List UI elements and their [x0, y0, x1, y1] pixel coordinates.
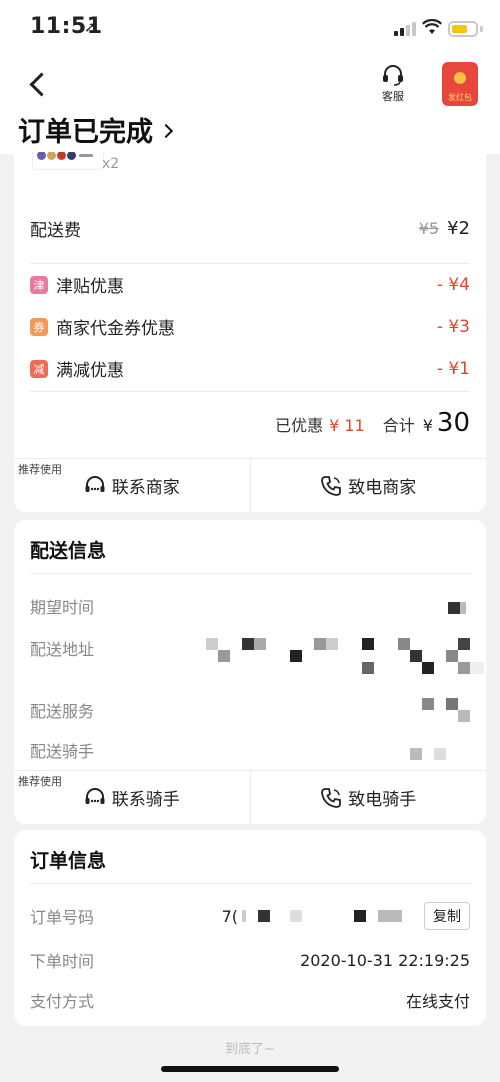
info-row: 配送服务 — [30, 698, 470, 722]
phone-icon — [321, 787, 342, 808]
info-row: 期望时间 — [30, 594, 470, 618]
product-thumbnail[interactable] — [32, 152, 104, 170]
info-label: 配送服务 — [30, 702, 95, 721]
battery-icon — [448, 21, 478, 37]
full-reduction-badge-icon: 减 — [30, 359, 48, 378]
phone-icon — [321, 475, 342, 496]
delivery-info-card: 配送信息 期望时间 配送地址 配送服务 配送骑手 推荐使用 联系骑手 致电骑手 — [14, 520, 486, 824]
recommend-tag: 推荐使用 — [18, 775, 62, 788]
order-number-value: 7( 复制 — [222, 902, 470, 930]
copy-order-number-button[interactable]: 复制 — [424, 902, 470, 930]
order-info-card: 订单信息 订单号码 7( 复制 下单时间 2020-10-31 22:19:25… — [14, 830, 486, 1026]
delivery-fee-actual: ¥2 — [447, 218, 470, 239]
end-of-list-text: 到底了~ — [225, 1042, 275, 1057]
wifi-icon — [422, 19, 442, 34]
send-red-packet-button[interactable]: 发红包 — [442, 62, 478, 106]
info-label: 配送骑手 — [30, 742, 95, 761]
back-button[interactable] — [24, 70, 54, 100]
merchant-action-bar: 推荐使用 联系商家 致电商家 — [14, 458, 486, 512]
delivery-fee-original: ¥5 — [418, 219, 440, 238]
payment-method-value: 在线支付 — [405, 992, 470, 1011]
section-title: 订单信息 — [30, 850, 107, 872]
delivery-fee-value: ¥5 ¥2 — [419, 218, 470, 239]
payment-method-row: 支付方式 在线支付 — [30, 988, 470, 1012]
order-time-row: 下单时间 2020-10-31 22:19:25 — [30, 948, 470, 972]
call-merchant-label: 致电商家 — [348, 478, 417, 498]
chevron-right-icon — [158, 123, 174, 138]
discount-label: 满减优惠 — [56, 361, 124, 381]
recommend-tag: 推荐使用 — [18, 463, 62, 476]
divider — [30, 263, 470, 264]
section-title: 配送信息 — [30, 540, 107, 562]
divider — [30, 573, 470, 574]
total-currency: ¥ — [422, 416, 433, 435]
discount-label: 商家代金券优惠 — [56, 319, 175, 339]
order-cost-card: x2 配送费 ¥5 ¥2 津 津贴优惠 - ¥4 券 商家代金券优惠 - ¥3 减… — [14, 152, 486, 512]
order-time-label: 下单时间 — [30, 952, 95, 971]
payment-method-label: 支付方式 — [30, 992, 95, 1011]
order-total-row: 已优惠 ¥ 11 合计 ¥ 30 — [275, 408, 470, 438]
chat-headset-icon — [85, 475, 105, 492]
contact-rider-label: 联系骑手 — [111, 790, 180, 810]
discount-row: 津 津贴优惠 - ¥4 — [30, 272, 470, 297]
contact-merchant-label: 联系商家 — [111, 478, 180, 498]
order-time-value: 2020-10-31 22:19:25 — [300, 950, 470, 970]
discount-label: 津贴优惠 — [56, 277, 124, 297]
discount-row: 券 商家代金券优惠 - ¥3 — [30, 314, 470, 339]
status-bar: 11:51 ➚ — [0, 0, 500, 58]
info-label: 配送地址 — [30, 640, 95, 659]
call-rider-button[interactable]: 致电骑手 — [249, 771, 487, 824]
header: 客服 发红包 订单已完成 — [0, 58, 500, 154]
red-packet-icon — [454, 72, 466, 84]
total-label: 合计 — [382, 416, 415, 435]
voucher-badge-icon: 券 — [30, 317, 48, 336]
battery-cap — [480, 26, 483, 32]
customer-service-label: 客服 — [382, 90, 404, 103]
allowance-badge-icon: 津 — [30, 275, 48, 294]
order-number-label: 订单号码 — [30, 908, 95, 927]
info-row: 配送骑手 — [30, 738, 470, 762]
saved-amount: ¥ 11 — [329, 416, 365, 435]
chat-headset-icon — [85, 787, 105, 804]
page-title[interactable]: 订单已完成 — [18, 110, 174, 149]
customer-service-button[interactable]: 客服 — [374, 64, 412, 104]
cellular-signal-icon — [394, 22, 416, 36]
delivery-fee-row: 配送费 ¥5 ¥2 — [30, 216, 470, 241]
discount-amount: - ¥4 — [436, 274, 470, 295]
saved-label: 已优惠 — [275, 416, 324, 435]
call-rider-label: 致电骑手 — [348, 790, 417, 810]
location-arrow-icon: ➚ — [84, 18, 97, 36]
discount-row: 减 满减优惠 - ¥1 — [30, 356, 470, 381]
headset-icon — [383, 65, 403, 86]
divider — [30, 883, 470, 884]
home-indicator[interactable] — [161, 1066, 339, 1072]
order-number-row: 订单号码 7( 复制 — [30, 902, 470, 930]
red-packet-label: 发红包 — [448, 93, 472, 102]
product-quantity: x2 — [102, 156, 120, 172]
order-number-prefix: 7( — [221, 906, 238, 926]
divider — [30, 391, 470, 392]
call-merchant-button[interactable]: 致电商家 — [249, 459, 487, 512]
rider-action-bar: 推荐使用 联系骑手 致电骑手 — [14, 770, 486, 824]
delivery-fee-label: 配送费 — [30, 221, 81, 241]
redacted-order-number — [242, 908, 412, 924]
info-label: 期望时间 — [30, 598, 95, 617]
discount-amount: - ¥1 — [436, 358, 470, 379]
total-amount: 30 — [436, 408, 470, 438]
discount-amount: - ¥3 — [436, 316, 470, 337]
order-status-title: 订单已完成 — [18, 117, 153, 148]
